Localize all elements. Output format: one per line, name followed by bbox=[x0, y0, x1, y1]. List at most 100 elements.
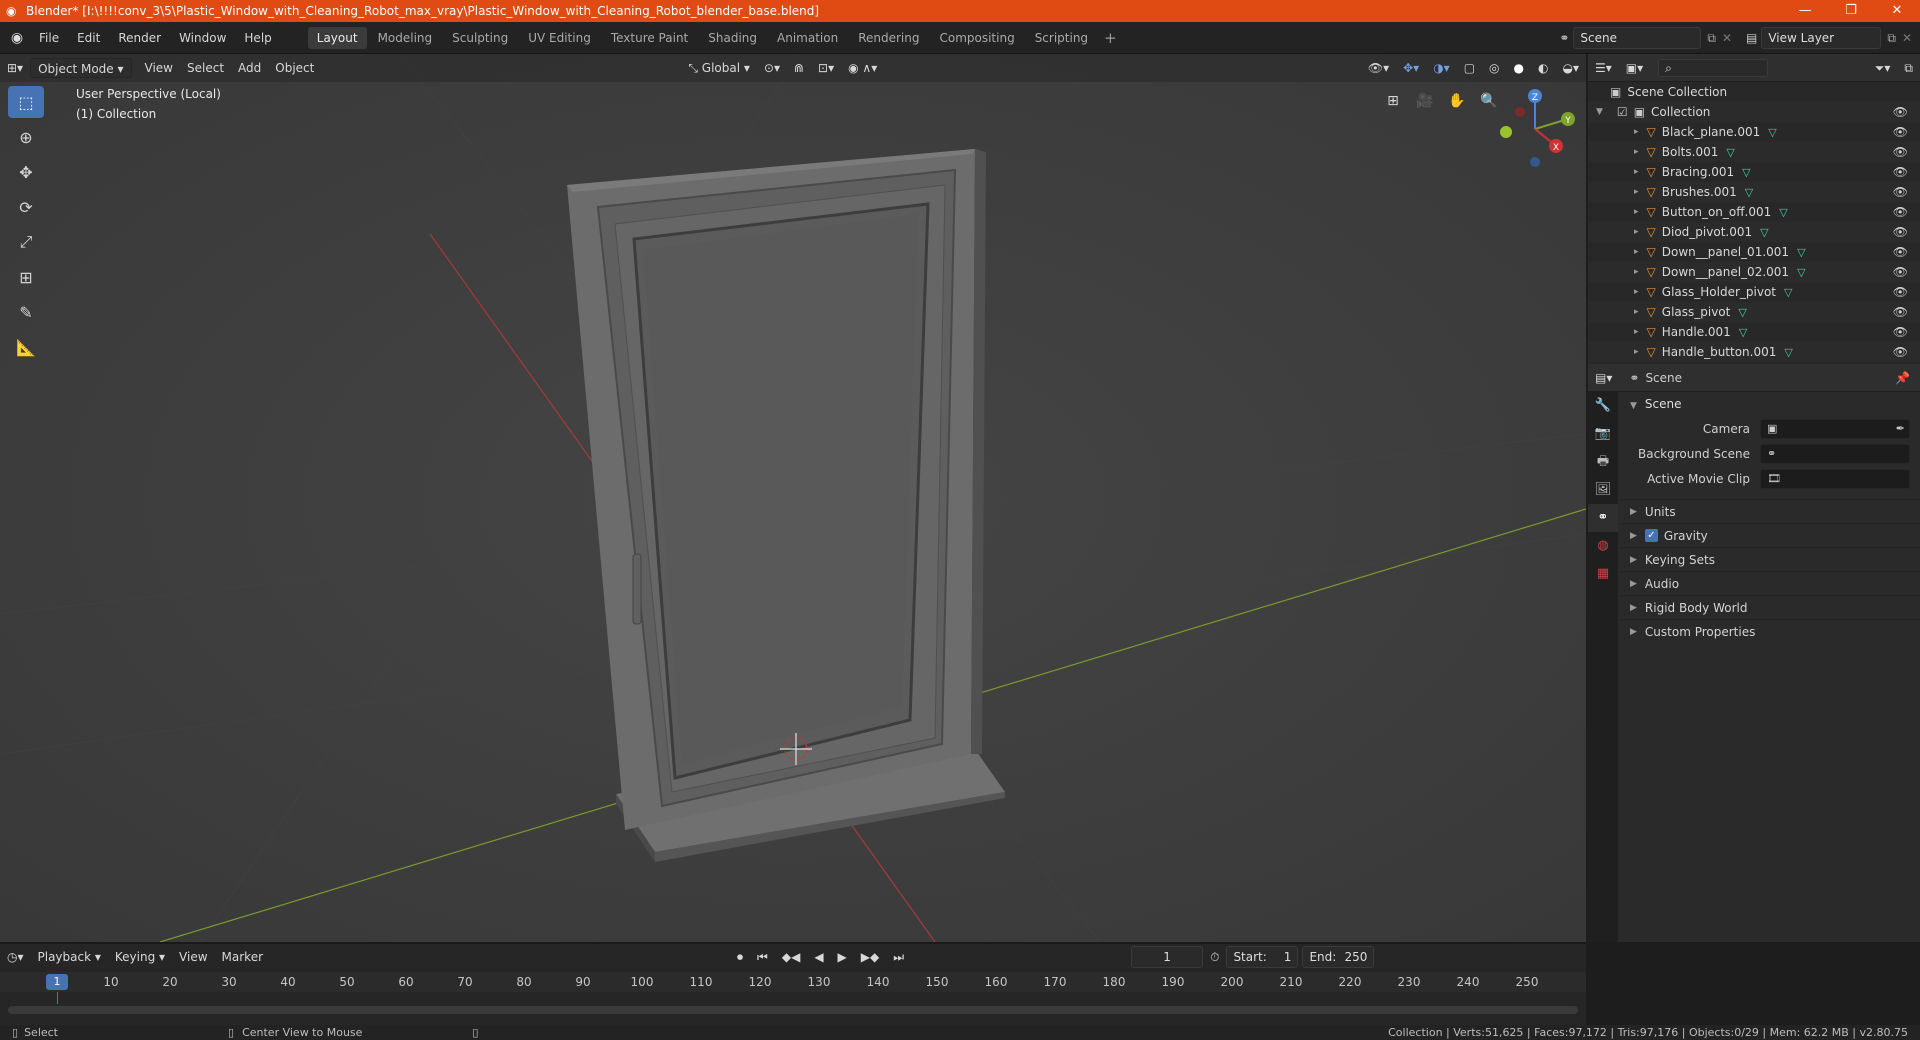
menu-marker[interactable]: Marker bbox=[215, 947, 270, 967]
outliner-item[interactable]: ▸ ▽ Down__panel_02.001 ▽ 👁 bbox=[1588, 262, 1920, 282]
navigation-gizmo[interactable]: Z Y X bbox=[1490, 84, 1580, 174]
jump-end-icon[interactable]: ⏭ bbox=[886, 947, 911, 967]
menu-edit[interactable]: Edit bbox=[68, 22, 109, 54]
eyedropper-icon[interactable]: ✒ bbox=[1896, 420, 1905, 438]
eye-icon[interactable]: 👁 bbox=[1893, 105, 1908, 119]
eye-icon[interactable]: 👁 bbox=[1893, 125, 1908, 139]
tab-texture-paint[interactable]: Texture Paint bbox=[602, 27, 697, 49]
gizmo-toggle-icon[interactable]: ✥▾ bbox=[1396, 58, 1426, 78]
background-scene-field[interactable]: ⚭ bbox=[1760, 443, 1910, 464]
grid-view-icon[interactable]: ⊞ bbox=[1380, 88, 1406, 114]
collection-row[interactable]: ▼ ☑ ▣ Collection 👁 bbox=[1588, 102, 1920, 122]
pan-hand-icon[interactable]: ✋ bbox=[1444, 88, 1470, 114]
orientation-selector[interactable]: ⤡ Global ▾ bbox=[681, 58, 757, 78]
outliner-item[interactable]: ▸ ▽ Glass_Holder_pivot ▽ 👁 bbox=[1588, 282, 1920, 302]
maximize-button[interactable]: ❐ bbox=[1828, 0, 1874, 22]
delete-scene-icon[interactable]: ✕ bbox=[1722, 31, 1732, 45]
next-keyframe-icon[interactable]: ▶◆ bbox=[854, 947, 886, 967]
add-workspace-icon[interactable]: + bbox=[1098, 29, 1123, 47]
shading-wireframe-icon[interactable]: ◎ bbox=[1482, 58, 1506, 78]
timeline-scrollbar[interactable] bbox=[8, 1006, 1578, 1014]
gravity-panel[interactable]: ▶ ✓ Gravity bbox=[1620, 523, 1920, 547]
visibility-icon[interactable]: 👁▾ bbox=[1361, 58, 1396, 78]
tab-scripting[interactable]: Scripting bbox=[1026, 27, 1097, 49]
move-tool-icon[interactable]: ✥ bbox=[8, 156, 44, 188]
clock-icon[interactable]: ⏱ bbox=[1203, 947, 1226, 967]
new-view-layer-icon[interactable]: ⧉ bbox=[1887, 31, 1896, 46]
mode-selector[interactable]: Object Mode ▾ bbox=[30, 58, 132, 78]
timeline-editor-type-icon[interactable]: ◷▾ bbox=[0, 947, 31, 967]
scale-tool-icon[interactable]: ⤢ bbox=[8, 226, 44, 258]
audio-panel[interactable]: ▶ Audio bbox=[1620, 571, 1920, 595]
outliner-item[interactable]: ▸ ▽ Glass_pivot ▽ 👁 bbox=[1588, 302, 1920, 322]
start-frame-field[interactable]: Start: 1 bbox=[1226, 946, 1299, 968]
rotate-tool-icon[interactable]: ⟳ bbox=[8, 191, 44, 223]
outliner-search-input[interactable]: ⌕ bbox=[1658, 58, 1769, 77]
measure-tool-icon[interactable]: 📐 bbox=[8, 331, 44, 363]
expand-arrow-icon[interactable]: ▼ bbox=[1596, 107, 1603, 117]
world-tab-icon[interactable]: ◍ bbox=[1588, 532, 1618, 560]
view-layer-tab-icon[interactable]: 🖼 bbox=[1588, 476, 1618, 504]
checkbox-icon[interactable]: ☑ bbox=[1617, 105, 1628, 119]
menu-help[interactable]: Help bbox=[235, 22, 280, 54]
current-frame-field[interactable]: 1 bbox=[1131, 946, 1204, 968]
prev-keyframe-icon[interactable]: ◆◀ bbox=[775, 947, 807, 967]
scene-collection-row[interactable]: ▣ Scene Collection bbox=[1588, 82, 1920, 102]
proportional-edit-icon[interactable]: ◉ ∧▾ bbox=[841, 58, 884, 78]
menu-timeline-view[interactable]: View bbox=[172, 947, 214, 967]
eye-icon[interactable]: 👁 bbox=[1893, 225, 1908, 239]
scene-panel-header[interactable]: ▼ Scene bbox=[1620, 392, 1920, 416]
output-tab-icon[interactable]: 🖶 bbox=[1588, 448, 1618, 476]
menu-render[interactable]: Render bbox=[109, 22, 170, 54]
texture-tab-icon[interactable]: ▦ bbox=[1588, 560, 1618, 588]
render-tab-icon[interactable]: 📷 bbox=[1588, 420, 1618, 448]
record-icon[interactable]: ⏺ bbox=[730, 947, 750, 967]
snap-target-icon[interactable]: ⊡▾ bbox=[811, 58, 841, 78]
outliner-item[interactable]: ▸ ▽ Handle.001 ▽ 👁 bbox=[1588, 322, 1920, 342]
outliner-item[interactable]: ▸ ▽ Down__panel_01.001 ▽ 👁 bbox=[1588, 242, 1920, 262]
new-scene-icon[interactable]: ⧉ bbox=[1707, 31, 1716, 46]
pivot-icon[interactable]: ⊙▾ bbox=[757, 58, 787, 78]
outliner-item[interactable]: ▸ ▽ Diod_pivot.001 ▽ 👁 bbox=[1588, 222, 1920, 242]
eye-icon[interactable]: 👁 bbox=[1893, 345, 1908, 359]
snap-icon[interactable]: ⋒ bbox=[787, 58, 811, 78]
overlay-toggle-icon[interactable]: ◑▾ bbox=[1426, 58, 1457, 78]
custom-properties-panel[interactable]: ▶ Custom Properties bbox=[1620, 619, 1920, 643]
current-frame-indicator[interactable]: 1 bbox=[46, 974, 68, 990]
tab-compositing[interactable]: Compositing bbox=[930, 27, 1023, 49]
scene-selector[interactable]: Scene bbox=[1573, 27, 1702, 49]
end-frame-field[interactable]: End: 250 bbox=[1302, 946, 1375, 968]
menu-object[interactable]: Object bbox=[268, 58, 321, 78]
scene-tab-icon[interactable]: ⚭ bbox=[1588, 504, 1618, 532]
tool-tab-icon[interactable]: 🔧 bbox=[1588, 392, 1618, 420]
shading-material-icon[interactable]: ◐ bbox=[1531, 58, 1555, 78]
annotate-tool-icon[interactable]: ✎ bbox=[8, 296, 44, 328]
editor-type-icon[interactable]: ⊞▾ bbox=[0, 58, 30, 78]
tab-rendering[interactable]: Rendering bbox=[849, 27, 928, 49]
eye-icon[interactable]: 👁 bbox=[1893, 285, 1908, 299]
menu-playback[interactable]: Playback ▾ bbox=[31, 947, 108, 967]
outliner-item[interactable]: ▸ ▽ Button_on_off.001 ▽ 👁 bbox=[1588, 202, 1920, 222]
tab-layout[interactable]: Layout bbox=[307, 26, 367, 49]
filter-icon[interactable]: ⏷▾ bbox=[1868, 58, 1898, 78]
outliner-item[interactable]: ▸ ▽ Handle_button.001 ▽ 👁 bbox=[1588, 342, 1920, 362]
tab-shading[interactable]: Shading bbox=[699, 27, 766, 49]
shading-rendered-icon[interactable]: ◒▾ bbox=[1556, 58, 1587, 78]
menu-window[interactable]: Window bbox=[170, 22, 235, 54]
cursor-tool-icon[interactable]: ⊕ bbox=[8, 121, 44, 153]
tab-uv-editing[interactable]: UV Editing bbox=[519, 27, 600, 49]
keying-sets-panel[interactable]: ▶ Keying Sets bbox=[1620, 547, 1920, 571]
delete-view-layer-icon[interactable]: ✕ bbox=[1902, 31, 1912, 45]
menu-keying[interactable]: Keying ▾ bbox=[108, 947, 172, 967]
xray-icon[interactable]: ▢ bbox=[1457, 58, 1482, 78]
camera-field[interactable]: ▣ ✒ bbox=[1760, 418, 1910, 439]
outliner-item[interactable]: ▸ ▽ Bolts.001 ▽ 👁 bbox=[1588, 142, 1920, 162]
eye-icon[interactable]: 👁 bbox=[1893, 245, 1908, 259]
close-button[interactable]: ✕ bbox=[1874, 0, 1920, 22]
shading-solid-icon[interactable]: ● bbox=[1507, 58, 1531, 78]
menu-file[interactable]: File bbox=[30, 22, 68, 54]
display-mode-icon[interactable]: ▣▾ bbox=[1619, 58, 1650, 78]
jump-start-icon[interactable]: ⏮ bbox=[750, 947, 775, 967]
outliner-item[interactable]: ▸ ▽ Brushes.001 ▽ 👁 bbox=[1588, 182, 1920, 202]
eye-icon[interactable]: 👁 bbox=[1893, 205, 1908, 219]
